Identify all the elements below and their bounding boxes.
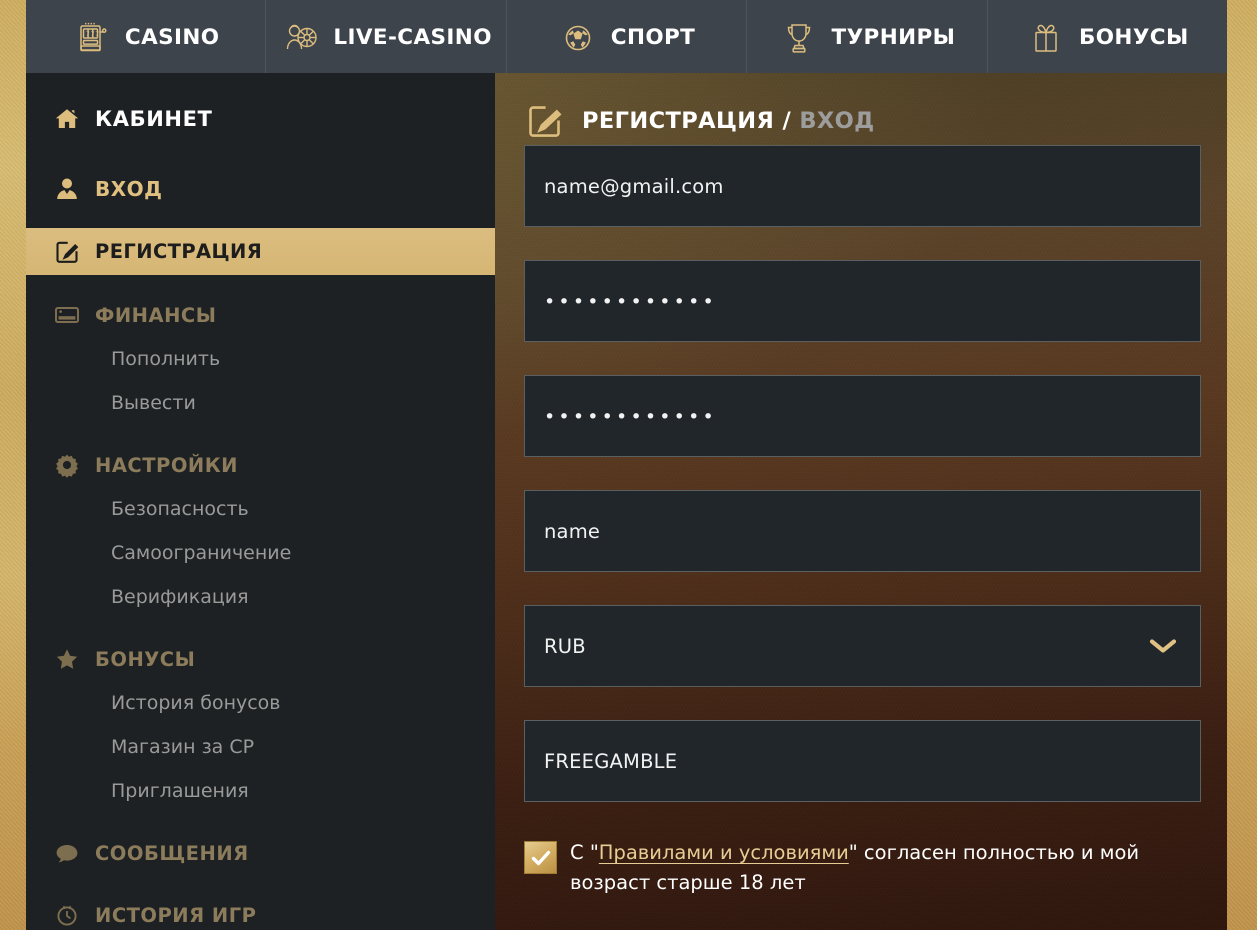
password-field[interactable]: •••••••••••• [524,260,1201,342]
sidebar-label-game-history: ИСТОРИЯ ИГР [95,903,257,927]
nav-item-sport[interactable]: СПОРТ [507,0,748,73]
password-confirm-value: •••••••••••• [544,405,717,428]
page-title-sub: ВХОД [799,108,875,134]
currency-select[interactable]: RUB [524,605,1201,687]
sidebar-label-settings: НАСТРОЙКИ [95,453,238,477]
chat-bubble-icon [53,839,81,867]
agreement-text: С "Правилами и условиями" согласен полно… [570,838,1201,898]
sidebar-sublabel-verification: Верификация [111,586,249,608]
sidebar-item-messages[interactable]: СООБЩЕНИЯ [26,831,495,875]
nav-label-live-casino: LIVE-CASINO [333,25,492,50]
edit-icon [53,238,81,266]
sidebar-label-bonuses: БОНУСЫ [95,647,196,671]
svg-text:7: 7 [90,30,94,38]
svg-text:7: 7 [86,30,90,38]
sidebar-section-bonuses[interactable]: БОНУСЫ [26,637,495,681]
agreement-row: С "Правилами и условиями" согласен полно… [495,835,1227,898]
terms-checkbox[interactable] [524,841,557,874]
username-field[interactable]: name [524,490,1201,572]
nav-item-live-casino[interactable]: LIVE-CASINO [266,0,507,73]
sidebar-subitem-security[interactable]: Безопасность [26,487,495,531]
page-header: РЕГИСТРАЦИЯ / ВХОД [495,73,1227,145]
sidebar-sublabel-withdraw: Вывести [111,392,196,414]
top-navigation-bar: 7 7 7 CASINO LIVE-CASINO СПОРТ ТУРНИРЫ Б… [26,0,1227,73]
sidebar-subitem-bonus-history[interactable]: История бонусов [26,681,495,725]
promo-code-value: FREEGAMBLE [544,749,678,773]
page-title: РЕГИСТРАЦИЯ / ВХОД [582,108,875,134]
nav-item-casino[interactable]: 7 7 7 CASINO [26,0,267,73]
right-gold-edge-strip [1227,0,1257,930]
email-value: name@gmail.com [544,174,724,198]
nav-item-bonuses[interactable]: БОНУСЫ [988,0,1227,73]
nav-item-tournaments[interactable]: ТУРНИРЫ [747,0,988,73]
sidebar-sublabel-security: Безопасность [111,498,249,520]
sidebar-item-game-history[interactable]: ИСТОРИЯ ИГР [26,893,495,930]
sidebar-label-messages: СООБЩЕНИЯ [95,841,249,865]
sidebar-item-cabinet[interactable]: КАБИНЕТ [26,95,495,143]
page-title-main: РЕГИСТРАЦИЯ [582,108,775,134]
nav-label-casino: CASINO [124,25,220,50]
sidebar-item-login[interactable]: ВХОД [26,165,495,213]
credit-card-icon [53,301,81,329]
agreement-text-before: С " [570,841,599,864]
sidebar: КАБИНЕТ ВХОД РЕГИСТРАЦИЯ ФИНАНСЫ Пополни… [26,73,495,930]
promo-code-field[interactable]: FREEGAMBLE [524,720,1201,802]
home-icon [53,105,81,133]
chevron-down-icon[interactable] [1148,637,1178,655]
sidebar-subitem-withdraw[interactable]: Вывести [26,381,495,425]
soccer-ball-icon [558,18,598,58]
sidebar-sublabel-invitations: Приглашения [111,780,249,802]
star-icon [53,645,81,673]
email-field[interactable]: name@gmail.com [524,145,1201,227]
live-dealer-icon [280,18,320,58]
sidebar-sublabel-shop: Магазин за СР [111,736,255,758]
nav-label-bonuses: БОНУСЫ [1078,25,1189,50]
slot-machine-icon: 7 7 7 [72,18,112,58]
clock-history-icon [53,901,81,929]
password-confirm-field[interactable]: •••••••••••• [524,375,1201,457]
sidebar-sublabel-self-limit: Самоограничение [111,542,292,564]
sidebar-section-finances[interactable]: ФИНАНСЫ [26,293,495,337]
sidebar-subitem-verification[interactable]: Верификация [26,575,495,619]
edit-icon [524,100,566,142]
sidebar-label-cabinet: КАБИНЕТ [95,107,213,131]
sidebar-label-registration: РЕГИСТРАЦИЯ [95,240,263,263]
sidebar-subitem-deposit[interactable]: Пополнить [26,337,495,381]
svg-text:7: 7 [95,30,99,38]
gear-icon [53,451,81,479]
nav-label-tournaments: ТУРНИРЫ [831,25,956,50]
gift-icon [1026,18,1066,58]
sidebar-subitem-shop[interactable]: Магазин за СР [26,725,495,769]
sidebar-sublabel-bonus-history: История бонусов [111,692,281,714]
username-value: name [544,519,601,543]
sidebar-section-settings[interactable]: НАСТРОЙКИ [26,443,495,487]
sidebar-sublabel-deposit: Пополнить [111,348,221,370]
currency-value: RUB [544,634,586,658]
password-value: •••••••••••• [544,290,717,313]
page-root: 7 7 7 CASINO LIVE-CASINO СПОРТ ТУРНИРЫ Б… [0,0,1257,930]
user-icon [53,175,81,203]
sidebar-label-finances: ФИНАНСЫ [95,303,217,327]
sidebar-subitem-invitations[interactable]: Приглашения [26,769,495,813]
main-content: РЕГИСТРАЦИЯ / ВХОД name@gmail.com ••••••… [495,73,1227,930]
nav-label-sport: СПОРТ [610,25,696,50]
sidebar-item-registration[interactable]: РЕГИСТРАЦИЯ [26,228,495,275]
sidebar-label-login: ВХОД [95,177,163,201]
sidebar-subitem-self-limit[interactable]: Самоограничение [26,531,495,575]
page-title-separator: / [782,108,792,134]
trophy-icon [779,18,819,58]
left-gold-edge-strip [0,0,26,930]
terms-and-conditions-link[interactable]: Правилами и условиями [599,841,849,864]
registration-form: name@gmail.com •••••••••••• ••••••••••••… [495,145,1227,802]
